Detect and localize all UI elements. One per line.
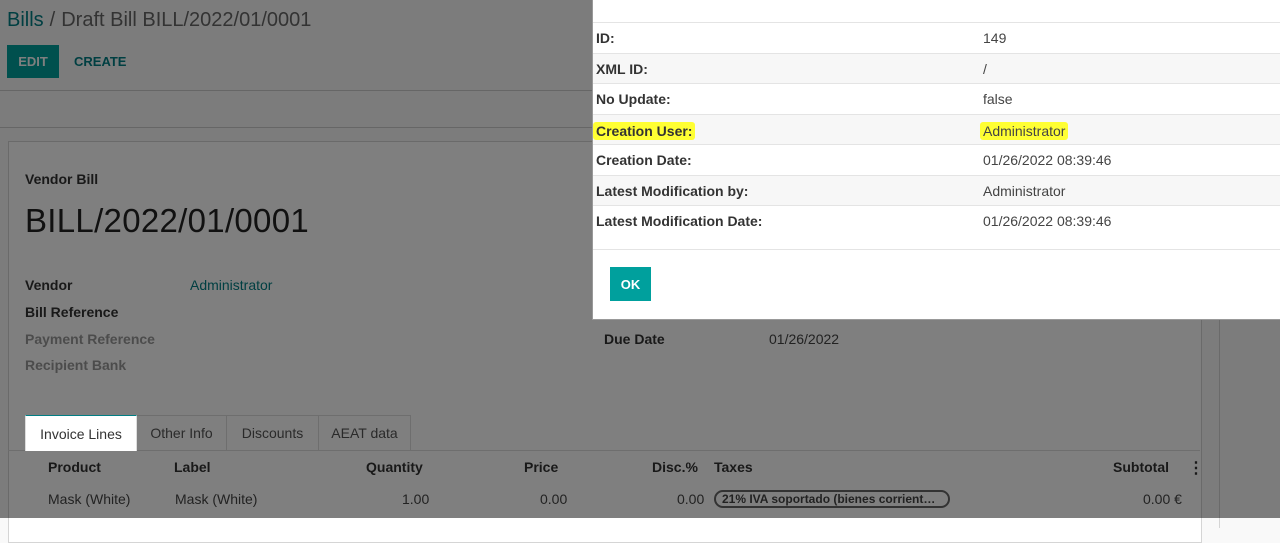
metadata-row-creation-date: Creation Date: 01/26/2022 08:39:46 [593,144,1280,174]
metadata-value: 01/26/2022 08:39:46 [983,213,1112,229]
metadata-value: Administrator [983,183,1066,199]
metadata-key: No Update: [596,91,671,107]
ok-button[interactable]: OK [610,267,651,301]
metadata-value: 149 [983,30,1007,46]
metadata-row-latest-modification-by: Latest Modification by: Administrator [593,175,1280,205]
metadata-key: Creation Date: [596,152,692,168]
metadata-key-highlighted: Creation User: [593,122,696,140]
metadata-row-creation-user: Creation User: Administrator [593,114,1280,144]
metadata-key: XML ID: [596,61,648,77]
metadata-row-latest-modification-date: Latest Modification Date: 01/26/2022 08:… [593,205,1280,235]
dialog-footer-divider [593,249,1280,250]
metadata-key: Latest Modification by: [596,183,749,199]
metadata-key: ID: [596,30,615,46]
metadata-value: false [983,91,1013,107]
metadata-value: 01/26/2022 08:39:46 [983,152,1112,168]
tab-invoice-lines[interactable]: Invoice Lines [25,415,137,451]
metadata-row-id: ID: 149 [593,22,1280,52]
metadata-value: / [983,61,987,77]
metadata-value-highlighted: Administrator [980,122,1069,140]
metadata-dialog: ID: 149 XML ID: / No Update: false Creat… [592,0,1280,320]
metadata-row-xml-id: XML ID: / [593,53,1280,83]
metadata-row-no-update: No Update: false [593,83,1280,113]
metadata-key: Latest Modification Date: [596,213,763,229]
